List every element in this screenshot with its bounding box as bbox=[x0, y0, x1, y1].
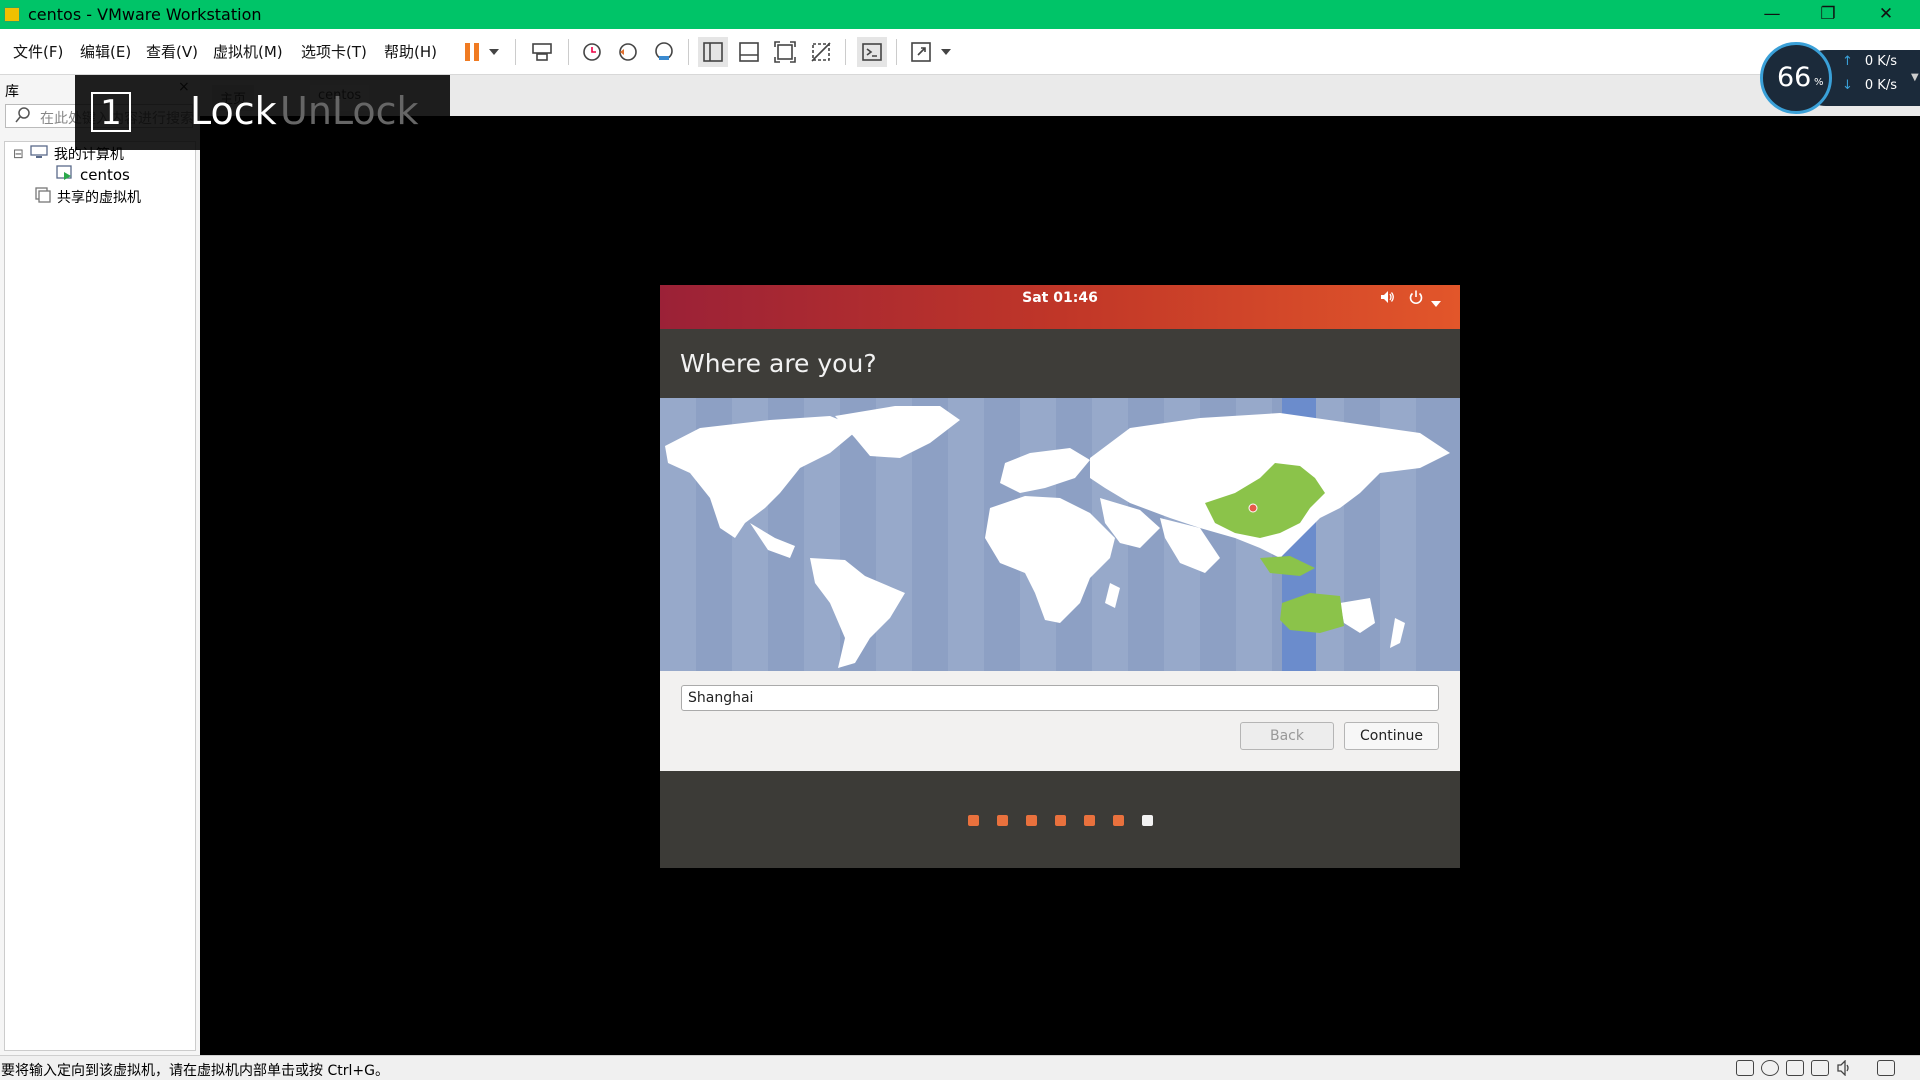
menu-vm[interactable]: 虚拟机(M) bbox=[213, 41, 283, 62]
close-button[interactable]: ✕ bbox=[1858, 0, 1914, 29]
full-screen-icon[interactable] bbox=[770, 37, 800, 67]
console-view-icon[interactable] bbox=[857, 37, 887, 67]
menu-edit[interactable]: 编辑(E) bbox=[80, 41, 131, 62]
installer-header: Where are you? bbox=[660, 329, 1460, 398]
menu-toolbar: 文件(F) 编辑(E) 查看(V) 虚拟机(M) 选项卡(T) 帮助(H) bbox=[0, 29, 1920, 75]
upload-speed: 0 K/s bbox=[1864, 54, 1897, 69]
computer-icon bbox=[30, 145, 48, 163]
installer-controls: Back Continue bbox=[660, 671, 1460, 771]
upload-arrow-icon: ↑ bbox=[1842, 54, 1853, 69]
network-adapter-icon[interactable] bbox=[1786, 1060, 1804, 1076]
tree-item-label: 共享的虚拟机 bbox=[57, 190, 141, 206]
vm-running-icon bbox=[56, 165, 74, 185]
library-tree: ⊟ 我的计算机 centos 共享的虚拟机 bbox=[4, 141, 196, 1051]
snapshot-icon[interactable] bbox=[577, 37, 607, 67]
download-arrow-icon: ↓ bbox=[1842, 78, 1853, 93]
chevron-down-icon[interactable] bbox=[1431, 293, 1441, 311]
send-ctrl-alt-del-icon[interactable] bbox=[527, 37, 557, 67]
progress-dot bbox=[968, 815, 979, 826]
library-panel: 库 × 在此处键入内容进行搜索 ⊟ 我的计算机 centos 共享的虚拟机 bbox=[0, 75, 200, 1055]
status-message: 要将输入定向到该虚拟机，请在虚拟机内部单击或按 Ctrl+G。 bbox=[1, 1063, 389, 1079]
window-title: centos - VMware Workstation bbox=[28, 5, 262, 24]
progress-dot bbox=[1055, 815, 1066, 826]
progress-dot bbox=[1113, 815, 1124, 826]
cd-dvd-icon[interactable] bbox=[1761, 1060, 1779, 1076]
progress-dot bbox=[1026, 815, 1037, 826]
continue-button[interactable]: Continue bbox=[1344, 722, 1439, 750]
menu-view[interactable]: 查看(V) bbox=[146, 41, 198, 62]
vmware-app-icon bbox=[4, 7, 20, 22]
progress-dot bbox=[1142, 815, 1153, 826]
overlay-number: 1 bbox=[91, 92, 131, 132]
world-map-icon bbox=[660, 398, 1450, 671]
clock[interactable]: Sat 01:46 bbox=[660, 290, 1460, 306]
lock-button[interactable]: Lock bbox=[190, 89, 277, 133]
lock-overlay: 1 Lock UnLock bbox=[75, 75, 450, 150]
usage-percent-sign: % bbox=[1814, 77, 1824, 88]
menu-help[interactable]: 帮助(H) bbox=[384, 41, 437, 62]
timezone-field[interactable] bbox=[681, 685, 1439, 711]
stretch-guest-icon[interactable] bbox=[906, 37, 936, 67]
usage-percent: 66 bbox=[1777, 62, 1812, 93]
minimize-button[interactable]: — bbox=[1744, 0, 1800, 29]
page-title: Where are you? bbox=[680, 349, 877, 378]
timezone-map[interactable] bbox=[660, 398, 1460, 671]
download-speed-row: ↓ 0 K/s bbox=[1842, 78, 1897, 93]
volume-icon[interactable] bbox=[1379, 289, 1395, 309]
download-speed: 0 K/s bbox=[1864, 78, 1897, 93]
unlock-button[interactable]: UnLock bbox=[280, 89, 419, 133]
upload-speed-row: ↑ 0 K/s bbox=[1842, 54, 1897, 69]
revert-snapshot-icon[interactable] bbox=[613, 37, 643, 67]
tree-item-centos[interactable]: centos bbox=[56, 165, 130, 185]
restore-button[interactable]: ❐ bbox=[1800, 0, 1856, 29]
chevron-down-icon[interactable] bbox=[485, 37, 503, 67]
unity-mode-icon[interactable] bbox=[806, 37, 836, 67]
show-library-icon[interactable] bbox=[698, 37, 728, 67]
message-log-icon[interactable] bbox=[1877, 1060, 1895, 1076]
search-icon bbox=[14, 106, 32, 128]
back-button[interactable]: Back bbox=[1240, 722, 1334, 750]
gnome-top-bar: Sat 01:46 bbox=[660, 285, 1460, 329]
tab-bar: 主页 centos bbox=[200, 75, 1920, 116]
title-bar: centos - VMware Workstation — ❐ ✕ bbox=[0, 0, 1920, 29]
tree-item-label: centos bbox=[80, 166, 130, 184]
menu-file[interactable]: 文件(F) bbox=[13, 41, 63, 62]
library-title: 库 bbox=[5, 84, 19, 100]
sound-icon[interactable] bbox=[1836, 1059, 1854, 1077]
chevron-down-icon[interactable] bbox=[937, 37, 955, 67]
progress-dot bbox=[997, 815, 1008, 826]
install-progress bbox=[660, 771, 1460, 868]
location-pin bbox=[1248, 503, 1258, 513]
menu-tabs[interactable]: 选项卡(T) bbox=[301, 41, 367, 62]
collapse-icon[interactable]: ⊟ bbox=[13, 147, 24, 162]
tree-item-shared-vms[interactable]: 共享的虚拟机 bbox=[35, 187, 141, 207]
chevron-down-icon[interactable]: ▼ bbox=[1911, 72, 1919, 83]
hard-disk-icon[interactable] bbox=[1736, 1060, 1754, 1076]
network-speed-widget[interactable]: 66 % ↑ 0 K/s ↓ 0 K/s ▼ bbox=[1760, 42, 1920, 114]
snapshot-manager-icon[interactable] bbox=[649, 37, 679, 67]
power-icon[interactable] bbox=[1408, 289, 1424, 309]
ubuntu-installer-window: Sat 01:46 Where are you? Shanghai Back C… bbox=[660, 285, 1460, 868]
status-bar: 要将输入定向到该虚拟机，请在虚拟机内部单击或按 Ctrl+G。 bbox=[0, 1055, 1920, 1080]
printer-icon[interactable] bbox=[1811, 1060, 1829, 1076]
pause-icon[interactable] bbox=[457, 37, 487, 67]
shared-vm-icon bbox=[35, 187, 51, 207]
progress-dot bbox=[1084, 815, 1095, 826]
show-thumbnail-icon[interactable] bbox=[734, 37, 764, 67]
